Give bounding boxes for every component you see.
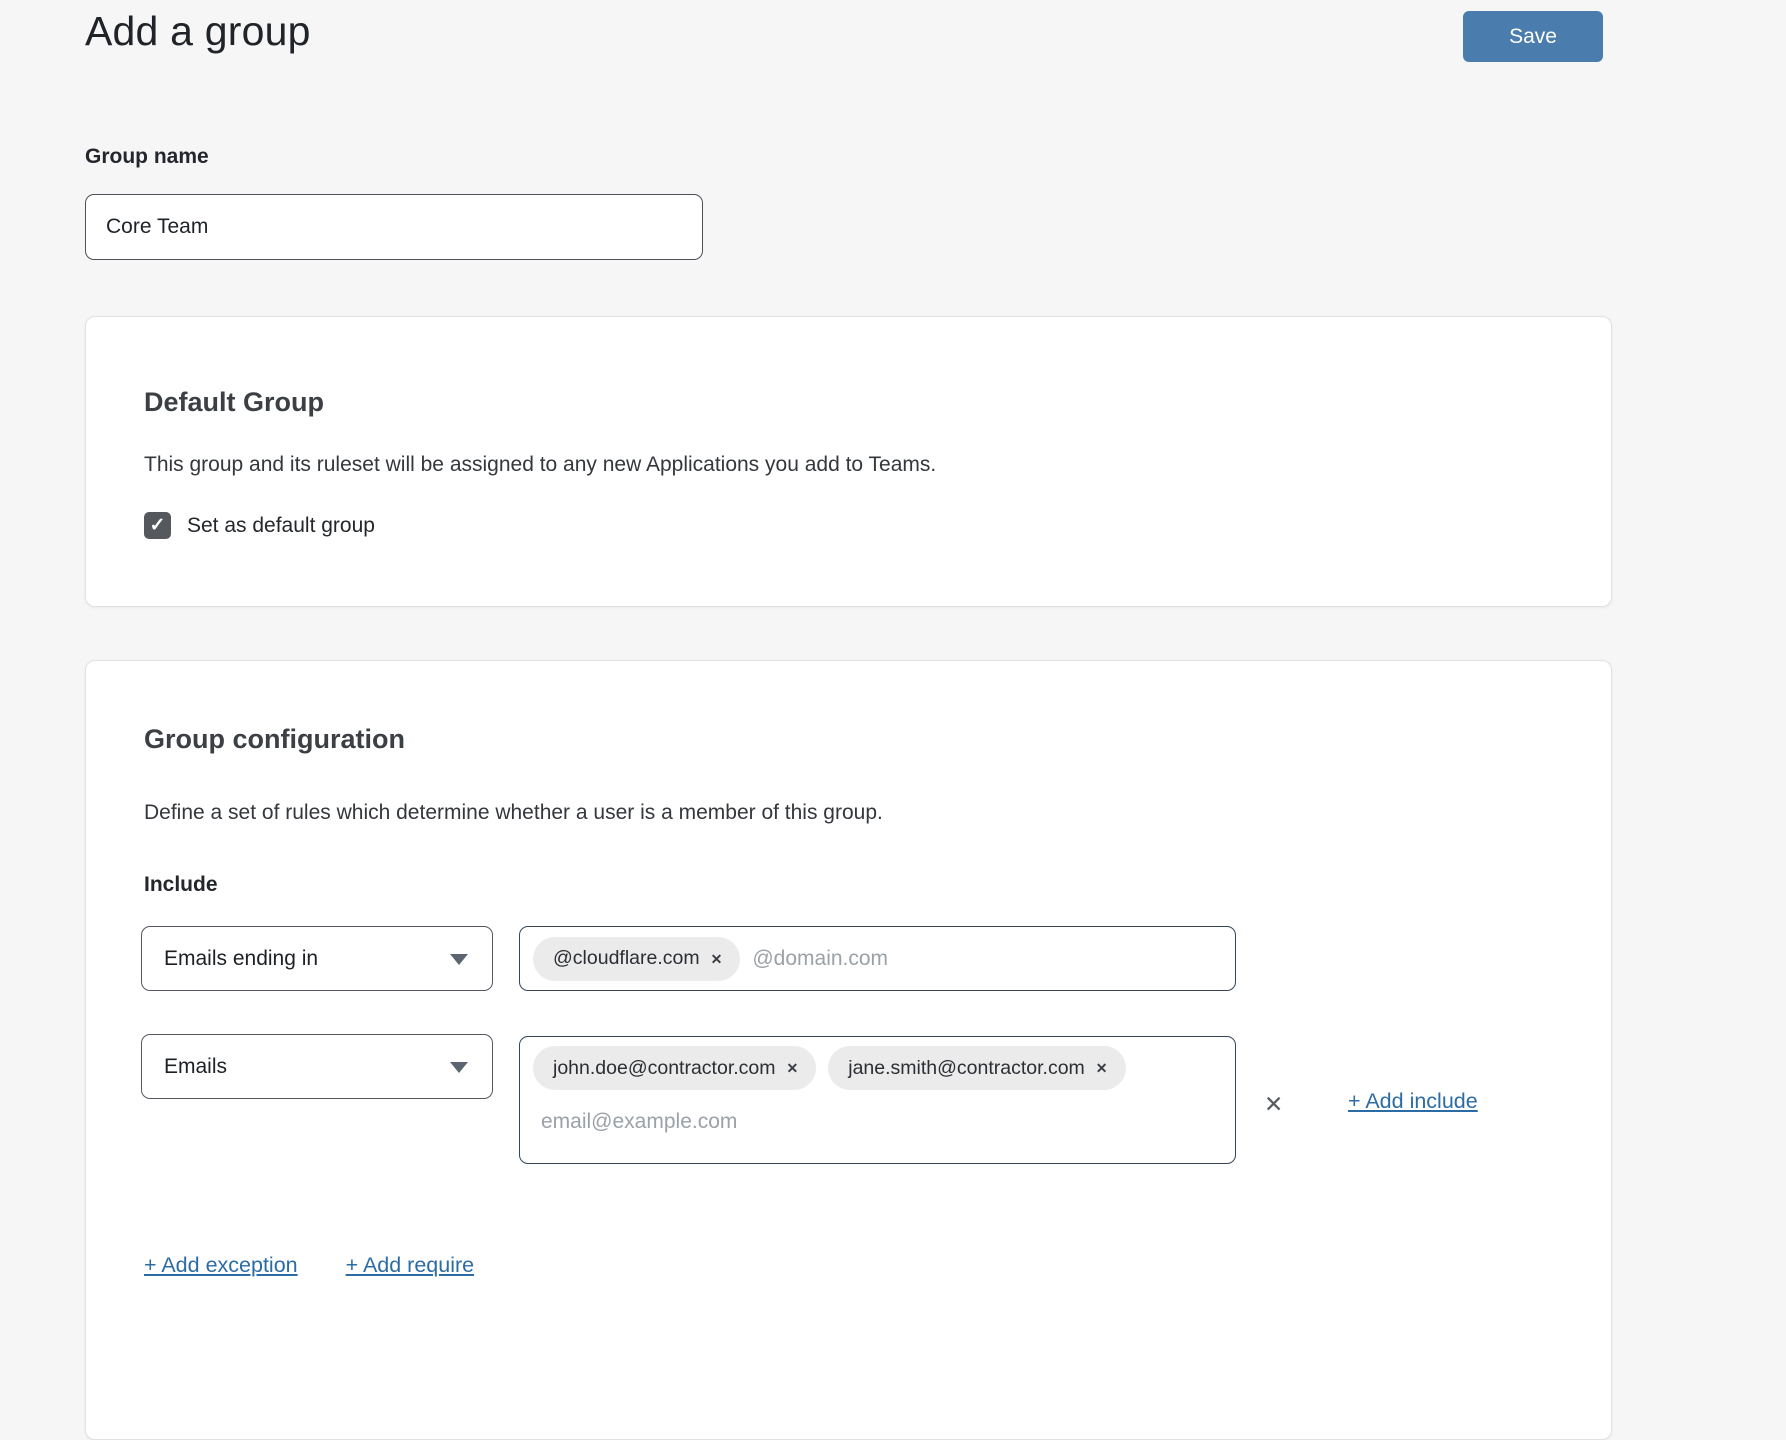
tag-chip-label: @cloudflare.com <box>553 947 700 970</box>
rule-1-tag-input[interactable]: @cloudflare.com ✕ <box>519 926 1236 991</box>
tag-chip: jane.smith@contractor.com ✕ <box>828 1046 1125 1090</box>
chevron-down-icon <box>450 1062 468 1073</box>
rule-type-select-2[interactable]: Emails <box>141 1034 493 1099</box>
remove-rule-button[interactable]: ✕ <box>1264 1091 1283 1118</box>
rule-type-select-2-value: Emails <box>164 1055 227 1079</box>
rule-1-text-input[interactable] <box>752 947 1222 971</box>
chip-remove-icon[interactable]: ✕ <box>1096 1061 1108 1075</box>
rule-2-text-input[interactable] <box>541 1110 1196 1134</box>
default-group-checkbox-label[interactable]: Set as default group <box>187 514 375 538</box>
tag-chip: john.doe@contractor.com ✕ <box>533 1046 816 1090</box>
default-group-title: Default Group <box>144 387 324 418</box>
check-icon: ✓ <box>150 516 166 535</box>
add-exception-link[interactable]: + Add exception <box>144 1253 298 1278</box>
default-group-description: This group and its ruleset will be assig… <box>144 453 936 477</box>
tag-chip: @cloudflare.com ✕ <box>533 937 740 981</box>
rule-links-row: + Add exception + Add require <box>144 1253 474 1278</box>
include-label: Include <box>144 873 218 897</box>
save-button[interactable]: Save <box>1463 11 1603 62</box>
chip-remove-icon[interactable]: ✕ <box>787 1061 799 1075</box>
page-title: Add a group <box>85 8 311 55</box>
rule-2-tag-input[interactable]: john.doe@contractor.com ✕ jane.smith@con… <box>519 1036 1236 1164</box>
default-group-checkbox[interactable]: ✓ <box>144 512 171 539</box>
add-include-link[interactable]: + Add include <box>1348 1089 1478 1114</box>
group-name-input[interactable] <box>85 194 703 260</box>
group-configuration-card: Group configuration Define a set of rule… <box>85 660 1612 1440</box>
default-group-checkbox-row: ✓ Set as default group <box>144 512 375 539</box>
rule-type-select-1-value: Emails ending in <box>164 947 318 971</box>
tag-chip-label: jane.smith@contractor.com <box>848 1057 1085 1080</box>
chip-row: john.doe@contractor.com ✕ jane.smith@con… <box>533 1046 1222 1090</box>
group-name-label: Group name <box>85 145 209 169</box>
default-group-card: Default Group This group and its ruleset… <box>85 316 1612 607</box>
rule-type-select-1[interactable]: Emails ending in <box>141 926 493 991</box>
tag-chip-label: john.doe@contractor.com <box>553 1057 776 1080</box>
add-require-link[interactable]: + Add require <box>346 1253 475 1278</box>
chevron-down-icon <box>450 954 468 965</box>
group-configuration-description: Define a set of rules which determine wh… <box>144 801 883 825</box>
group-configuration-title: Group configuration <box>144 724 405 755</box>
chip-remove-icon[interactable]: ✕ <box>711 952 723 966</box>
